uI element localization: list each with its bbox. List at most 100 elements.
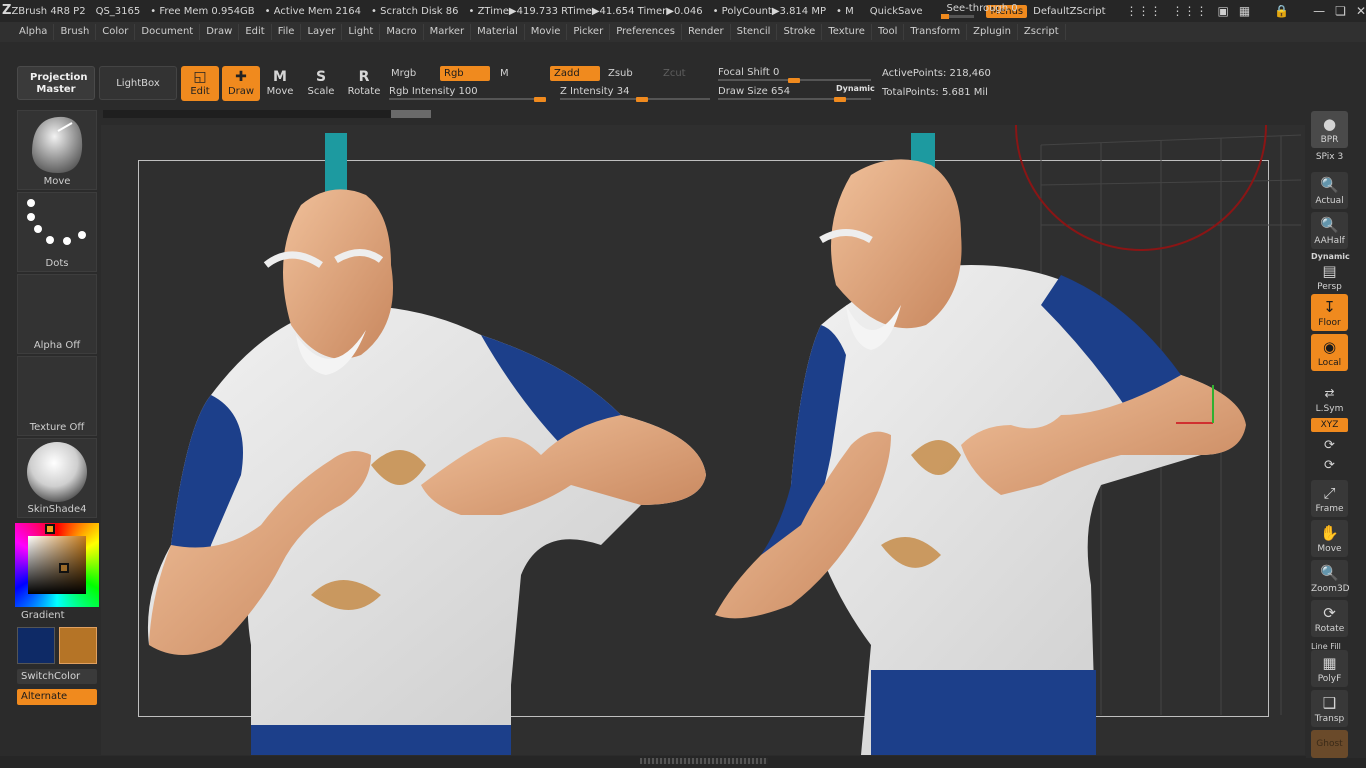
material-selector[interactable]: SkinShade4: [17, 438, 97, 518]
menu-zplugin[interactable]: Zplugin: [967, 24, 1018, 40]
color-picker[interactable]: [15, 523, 99, 607]
menu-render[interactable]: Render: [682, 24, 731, 40]
expand-tray-icon[interactable]: ⋮⋮⋮: [1172, 4, 1208, 18]
polyframe-icon: ▦: [1322, 654, 1337, 672]
rotate-z-icon[interactable]: ⟳: [1311, 458, 1348, 473]
menu-zscript[interactable]: Zscript: [1018, 24, 1066, 40]
3d-model-viewport[interactable]: [101, 125, 1305, 755]
polyf-button[interactable]: ▦ PolyF: [1311, 650, 1348, 687]
see-through-label: See-through 0: [946, 3, 1018, 14]
m-button[interactable]: M: [496, 66, 544, 81]
persp-button[interactable]: ▤ Persp: [1311, 258, 1348, 295]
menu-material[interactable]: Material: [471, 24, 525, 40]
alpha-selector[interactable]: Alpha Off: [17, 274, 97, 354]
z-intensity-label: Z Intensity 34: [560, 86, 630, 97]
bpr-render-button[interactable]: ● BPR: [1311, 111, 1348, 148]
menu-preferences[interactable]: Preferences: [610, 24, 683, 40]
default-zscript-button[interactable]: DefaultZScript: [1033, 6, 1105, 17]
zcut-button[interactable]: Zcut: [659, 66, 709, 81]
draw-button[interactable]: ✚ Draw: [222, 66, 260, 101]
stroke-selector[interactable]: Dots: [17, 192, 97, 272]
lightbox-button[interactable]: LightBox: [99, 66, 177, 100]
collapse-tray-icon[interactable]: ⋮⋮⋮: [1126, 4, 1162, 18]
document-canvas[interactable]: [101, 125, 1305, 755]
close-icon[interactable]: ✕: [1356, 4, 1366, 18]
switch-color-button[interactable]: SwitchColor: [17, 669, 97, 684]
zsub-button[interactable]: Zsub: [604, 66, 654, 81]
menu-picker[interactable]: Picker: [567, 24, 611, 40]
color-marker[interactable]: [59, 563, 69, 573]
menu-color[interactable]: Color: [96, 24, 136, 40]
menu-transform[interactable]: Transform: [904, 24, 968, 40]
menu-movie[interactable]: Movie: [525, 24, 568, 40]
dynamic-toggle[interactable]: Dynamic: [836, 84, 875, 93]
secondary-color-swatch[interactable]: [59, 627, 97, 664]
restore-icon[interactable]: ❏: [1335, 4, 1346, 18]
brush-selector[interactable]: Move: [17, 110, 97, 190]
texture-label: Texture Off: [29, 422, 85, 433]
app-title: ZBrush 4R8 P2: [11, 5, 86, 17]
menu-texture[interactable]: Texture: [822, 24, 872, 40]
menu-tool[interactable]: Tool: [872, 24, 905, 40]
menu-macro[interactable]: Macro: [380, 24, 424, 40]
aahalf-button[interactable]: 🔍 AAHalf: [1311, 212, 1348, 249]
zoom3d-button[interactable]: 🔍 Zoom3D: [1311, 560, 1350, 597]
perspective-grid-icon: ▤: [1322, 262, 1337, 280]
main-color-swatch[interactable]: [17, 627, 55, 664]
zadd-button[interactable]: Zadd: [550, 66, 600, 81]
spix-slider[interactable]: SPix 3: [1311, 152, 1348, 162]
bottom-bar: [0, 756, 1366, 768]
menu-alpha[interactable]: Alpha: [13, 24, 55, 40]
move-button[interactable]: M Move: [261, 66, 299, 101]
rotate-view-button[interactable]: ⟳ Rotate: [1311, 600, 1348, 637]
projection-master-label: Projection Master: [30, 72, 88, 95]
hue-marker[interactable]: [45, 524, 55, 534]
menu-stroke[interactable]: Stroke: [777, 24, 823, 40]
floor-button[interactable]: ↧ Floor: [1311, 294, 1348, 331]
projection-master-button[interactable]: Projection Master: [17, 66, 95, 100]
scale-button[interactable]: S Scale: [302, 66, 340, 101]
polyf-label: PolyF: [1317, 674, 1342, 684]
see-through-slider[interactable]: See-through 0: [940, 3, 1018, 19]
alternate-button[interactable]: Alternate: [17, 689, 97, 705]
edit-button[interactable]: ◱ Edit: [181, 66, 219, 101]
menu-edit[interactable]: Edit: [239, 24, 272, 40]
ghost-button[interactable]: Ghost: [1311, 730, 1348, 758]
xyz-button[interactable]: XYZ: [1311, 418, 1348, 432]
layout-icon[interactable]: ▣: [1218, 4, 1229, 18]
mrgb-button[interactable]: Mrgb: [387, 66, 435, 81]
rgb-button[interactable]: Rgb: [440, 66, 490, 81]
texture-selector[interactable]: Texture Off: [17, 356, 97, 436]
rgb-intensity-slider[interactable]: Rgb Intensity 100: [389, 85, 546, 102]
color-saturation-square[interactable]: [28, 536, 86, 594]
material-sphere-icon: [27, 442, 87, 502]
menu-layer[interactable]: Layer: [301, 24, 343, 40]
menu-file[interactable]: File: [272, 24, 302, 40]
minimize-icon[interactable]: —: [1313, 4, 1325, 18]
rotate-button[interactable]: R Rotate: [345, 66, 383, 101]
ui-layout-icon[interactable]: ▦: [1239, 4, 1250, 18]
bottom-shelf-handle[interactable]: [640, 758, 768, 764]
z-intensity-slider[interactable]: Z Intensity 34: [560, 85, 710, 102]
move-view-button[interactable]: ✋ Move: [1311, 520, 1348, 557]
menu-brush[interactable]: Brush: [54, 24, 97, 40]
quicksave-button[interactable]: QuickSave: [870, 6, 923, 17]
character-model-angled: [715, 133, 1246, 755]
transp-button[interactable]: ❑ Transp: [1311, 690, 1348, 727]
gradient-label[interactable]: Gradient: [21, 610, 65, 621]
focal-shift-slider[interactable]: Focal Shift 0: [718, 66, 871, 83]
menu-draw[interactable]: Draw: [200, 24, 240, 40]
menu-document[interactable]: Document: [135, 24, 201, 40]
local-button[interactable]: ◉ Local: [1311, 334, 1348, 371]
lsym-button[interactable]: ⇄ L.Sym: [1311, 380, 1348, 417]
menu-stencil[interactable]: Stencil: [731, 24, 778, 40]
rotation-gizmo[interactable]: [1015, 125, 1267, 251]
lock-icon[interactable]: 🔒: [1274, 4, 1289, 18]
menu-marker[interactable]: Marker: [424, 24, 472, 40]
rotate-y-icon[interactable]: ⟳: [1311, 438, 1348, 453]
actual-button[interactable]: 🔍 Actual: [1311, 172, 1348, 209]
zoom-actual-icon: 🔍: [1320, 176, 1339, 194]
menu-light[interactable]: Light: [342, 24, 381, 40]
frame-button[interactable]: ⤢ Frame: [1311, 480, 1348, 517]
frame-label: Frame: [1315, 504, 1344, 514]
